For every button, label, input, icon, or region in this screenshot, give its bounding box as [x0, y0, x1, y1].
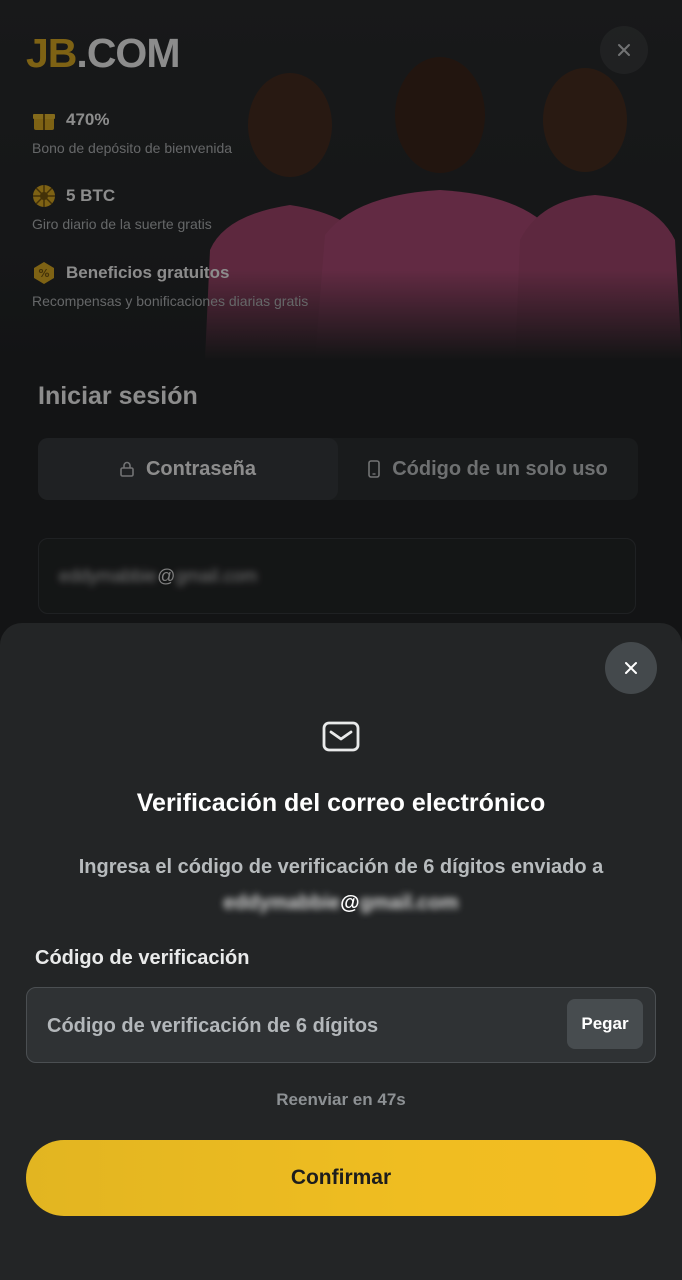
- verification-code-input[interactable]: [45, 988, 569, 1064]
- sheet-title: Verificación del correo electrónico: [136, 789, 546, 817]
- close-button[interactable]: [605, 642, 657, 694]
- confirm-button[interactable]: Confirmar: [26, 1140, 656, 1216]
- mail-icon: [322, 721, 360, 752]
- email-verification-sheet: Verificación del correo electrónico Ingr…: [0, 623, 682, 1280]
- sheet-description: Ingresa el código de verificación de 6 d…: [0, 849, 682, 921]
- code-label: Código de verificación: [35, 947, 250, 969]
- close-icon: [625, 662, 637, 674]
- masked-email: eddymabbie@gmail.com: [223, 892, 459, 914]
- paste-button[interactable]: Pegar: [567, 999, 643, 1049]
- code-field: Pegar: [26, 987, 656, 1064]
- resend-timer: Reenviar en 47s: [276, 1090, 406, 1109]
